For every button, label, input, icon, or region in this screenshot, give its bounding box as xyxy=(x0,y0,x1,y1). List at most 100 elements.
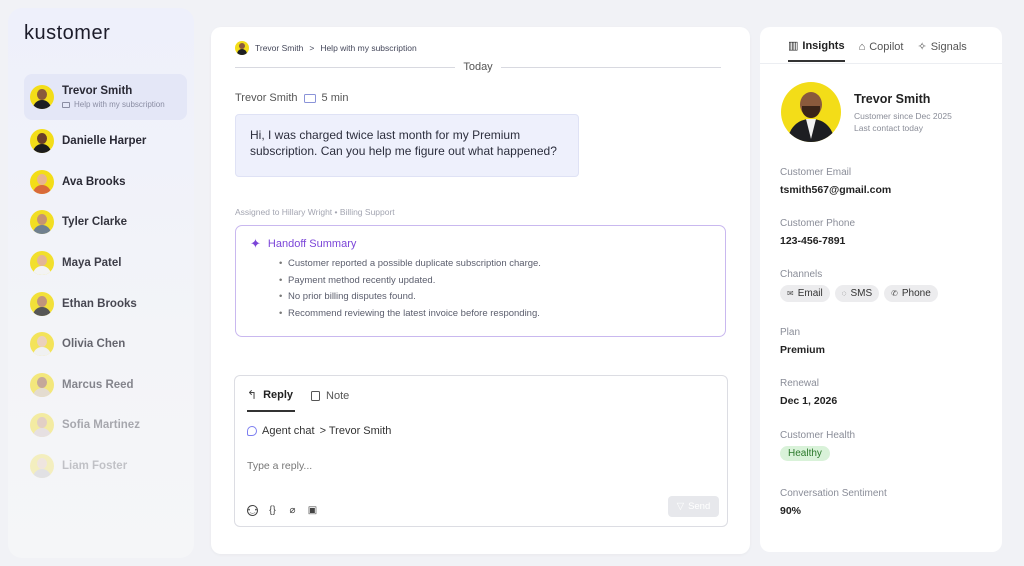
sidebar-contact[interactable]: Tyler Clarke xyxy=(24,202,187,243)
plan-value: Premium xyxy=(780,344,825,356)
send-icon: ▽ xyxy=(676,501,685,512)
sidebar-contact[interactable]: Trevor Smith Help with my subscription xyxy=(24,74,187,120)
tab-insights-label: Insights xyxy=(802,39,845,52)
customer-message-bubble: Hi, I was charged twice last month for m… xyxy=(235,114,579,177)
channel-chip-phone[interactable]: ✆ Phone xyxy=(884,285,938,302)
tab-reply-label: Reply xyxy=(263,389,294,401)
channel-selector[interactable]: Agent chat > Trevor Smith xyxy=(247,425,391,437)
sidebar-contact[interactable]: Liam Foster xyxy=(24,446,187,487)
channel-chip-email[interactable]: ✉ Email xyxy=(780,285,830,302)
contact-sidebar: kustomer Trevor Smith Help with my subscr… xyxy=(8,8,194,558)
contact-name: Ethan Brooks xyxy=(62,297,137,310)
handoff-bullet: Recommend reviewing the latest invoice b… xyxy=(279,306,711,323)
handoff-bullets: Customer reported a possible duplicate s… xyxy=(250,256,711,322)
conversation-panel: Trevor Smith > Help with my subscription… xyxy=(211,27,750,554)
sidebar-contact[interactable]: Ava Brooks xyxy=(24,162,187,203)
emoji-icon[interactable]: •‿• xyxy=(247,505,258,516)
tab-insights[interactable]: ▥ Insights xyxy=(788,39,845,62)
composer-toolbar: •‿• {} ⌀ ▣ xyxy=(247,505,318,516)
health-badge: Healthy xyxy=(780,446,830,461)
handoff-bullet: No prior billing disputes found. xyxy=(279,289,711,306)
avatar xyxy=(30,332,54,357)
channel-chip-sms[interactable]: ◌ SMS xyxy=(834,285,880,302)
channel-chip-label: Phone xyxy=(901,288,931,299)
sidebar-contact[interactable]: Ethan Brooks xyxy=(24,283,187,324)
tab-copilot-label: Copilot xyxy=(869,40,904,53)
renewal-value: Dec 1, 2026 xyxy=(780,395,838,407)
bar-chart-icon: ▥ xyxy=(788,40,799,52)
contact-name: Trevor Smith xyxy=(62,85,133,97)
avatar xyxy=(30,413,54,438)
breadcrumb: Trevor Smith > Help with my subscription xyxy=(235,41,417,55)
sentiment-value: 90% xyxy=(780,505,802,517)
message-author: Trevor Smith xyxy=(235,92,298,104)
handoff-bullet: Customer reported a possible duplicate s… xyxy=(279,256,711,273)
tab-note-label: Note xyxy=(326,390,350,402)
health-field: Customer Health Healthy xyxy=(780,430,855,461)
contact-subtitle-text: Help with my subscription xyxy=(74,100,165,109)
reply-composer: ↰ Reply Note Agent chat > Trevor Smith •… xyxy=(234,375,728,527)
snippet-braces-icon[interactable]: {} xyxy=(267,505,278,516)
reply-input[interactable] xyxy=(247,460,707,472)
handoff-summary-title: Handoff Summary xyxy=(267,237,357,250)
attachment-icon[interactable]: ⌀ xyxy=(287,505,298,516)
customer-meta: Customer since Dec 2025 Last contact tod… xyxy=(854,110,952,134)
contact-name: Liam Foster xyxy=(62,460,128,473)
contact-name: Tyler Clarke xyxy=(62,216,127,229)
tab-note[interactable]: Note xyxy=(311,388,349,412)
sidebar-contact[interactable]: Sofia Martinez xyxy=(24,405,187,446)
sidebar-contact[interactable]: Marcus Reed xyxy=(24,365,187,406)
tab-signals[interactable]: ✧ Signals xyxy=(917,39,966,62)
breadcrumb-topic[interactable]: Help with my subscription xyxy=(320,43,416,53)
phone-value[interactable]: 123-456-7891 xyxy=(780,235,855,247)
email-value[interactable]: tsmith567@gmail.com xyxy=(780,184,891,196)
tab-copilot[interactable]: ⌂ Copilot xyxy=(859,39,904,62)
sparkle-icon: ✦ xyxy=(250,236,261,251)
email-field: Customer Email tsmith567@gmail.com xyxy=(780,167,891,196)
contact-list: Trevor Smith Help with my subscription Dan… xyxy=(24,74,187,486)
breadcrumb-customer[interactable]: Trevor Smith xyxy=(255,43,303,53)
contact-subtitle: Help with my subscription xyxy=(62,100,165,109)
channel-chip-label: Email xyxy=(797,288,823,299)
avatar xyxy=(235,41,249,55)
customer-insights-panel: ▥ Insights ⌂ Copilot ✧ Signals Trevor Sm… xyxy=(760,27,1002,552)
channel-recipient: > Trevor Smith xyxy=(319,425,392,437)
channel-chip-label: SMS xyxy=(850,288,873,299)
contact-name: Marcus Reed xyxy=(62,378,134,391)
renewal-label: Renewal xyxy=(780,378,819,389)
phone-field: Customer Phone 123-456-7891 xyxy=(780,218,855,247)
contact-name: Olivia Chen xyxy=(62,338,126,351)
tab-reply[interactable]: ↰ Reply xyxy=(247,388,296,412)
sidebar-contact[interactable]: Olivia Chen xyxy=(24,324,187,365)
customer-name: Trevor Smith xyxy=(854,92,931,106)
contact-name: Danielle Harper xyxy=(62,135,147,148)
tab-signals-label: Signals xyxy=(930,40,967,53)
sidebar-contact[interactable]: Danielle Harper xyxy=(24,121,187,162)
health-label: Customer Health xyxy=(780,430,856,441)
sidebar-contact[interactable]: Maya Patel xyxy=(24,243,187,284)
kustomer-logo[interactable]: kustomer xyxy=(24,22,110,45)
reply-arrow-icon: ↰ xyxy=(247,388,258,402)
date-divider-label: Today xyxy=(463,61,493,73)
avatar xyxy=(30,129,54,154)
contact-name: Maya Patel xyxy=(62,257,122,270)
customer-since: Customer since Dec 2025 xyxy=(854,111,952,121)
chat-bubble-icon xyxy=(247,426,257,436)
sentiment-field: Conversation Sentiment 90% xyxy=(780,488,887,517)
insights-tabs: ▥ Insights ⌂ Copilot ✧ Signals xyxy=(788,39,967,62)
message-time: 5 min xyxy=(321,92,349,104)
avatar xyxy=(30,210,54,235)
envelope-icon: ✉ xyxy=(787,289,794,298)
avatar xyxy=(30,291,54,316)
channel-name: Agent chat xyxy=(262,425,315,437)
breadcrumb-separator: > xyxy=(309,43,315,53)
renewal-field: Renewal Dec 1, 2026 xyxy=(780,378,837,407)
assignment-note: Assigned to Hillary Wright • Billing Sup… xyxy=(235,207,395,217)
contact-name: Sofia Martinez xyxy=(62,419,140,432)
mail-icon xyxy=(62,101,70,108)
send-button[interactable]: ▽ Send xyxy=(668,496,719,517)
image-icon[interactable]: ▣ xyxy=(307,505,318,516)
plan-field: Plan Premium xyxy=(780,327,825,356)
signals-icon: ✧ xyxy=(917,41,927,53)
avatar xyxy=(30,372,54,397)
